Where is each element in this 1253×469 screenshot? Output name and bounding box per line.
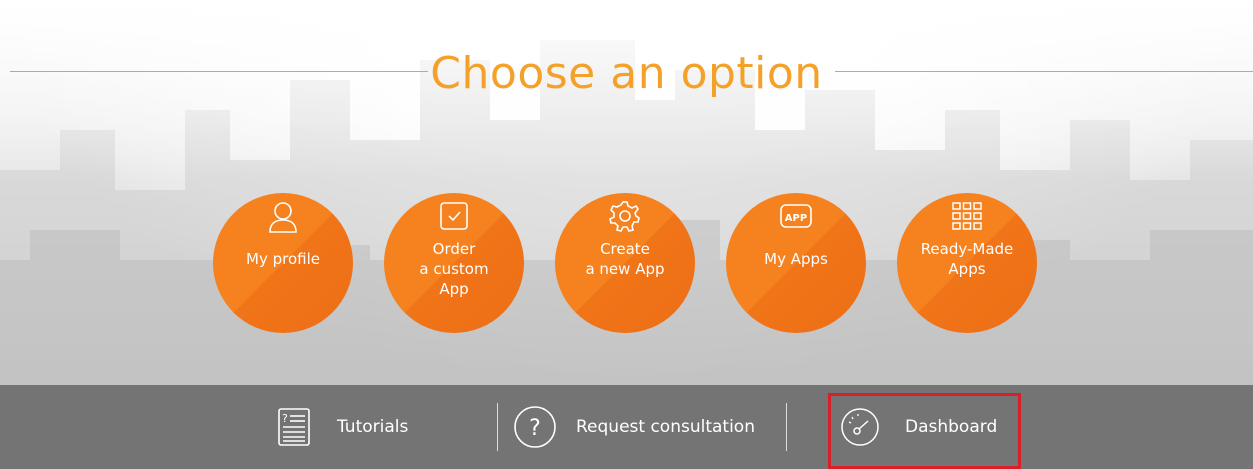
svg-text:?: ?: [282, 412, 288, 425]
svg-text:APP: APP: [785, 213, 807, 224]
footer-bar: ? Tutorials ? Request consultation Dashb…: [0, 385, 1253, 469]
options-row: My profile Order a custom App Create a n…: [0, 193, 1253, 333]
highlight-box: [828, 393, 1021, 469]
request-consultation-label: Request consultation: [576, 417, 755, 437]
option-label: Ready-Made Apps: [920, 240, 1014, 278]
question-icon: ?: [513, 405, 557, 449]
ready-made-apps-button[interactable]: Ready-Made Apps: [897, 193, 1037, 333]
hero-background: Choose an option My profile Order a cust…: [0, 0, 1253, 385]
app-icon: APP: [777, 197, 815, 235]
title-row: Choose an option: [0, 38, 1253, 108]
option-label: My Apps: [764, 250, 828, 268]
footer-divider: [497, 403, 498, 451]
create-new-app-button[interactable]: Create a new App: [555, 193, 695, 333]
gear-icon: [606, 197, 644, 235]
order-custom-app-button[interactable]: Order a custom App: [384, 193, 524, 333]
checkbox-icon: [435, 197, 473, 235]
document-icon: ?: [277, 407, 311, 447]
my-profile-button[interactable]: My profile: [213, 193, 353, 333]
tutorials-label: Tutorials: [337, 417, 409, 437]
svg-text:?: ?: [529, 416, 541, 441]
tutorials-link[interactable]: ? Tutorials: [277, 385, 408, 469]
page-title: Choose an option: [430, 47, 823, 99]
my-apps-button[interactable]: APP My Apps: [726, 193, 866, 333]
title-divider-left: [10, 71, 428, 72]
option-label: Order a custom App: [419, 240, 489, 298]
title-divider-right: [835, 71, 1253, 72]
option-label: My profile: [246, 250, 320, 268]
user-icon: [264, 197, 302, 235]
grid-icon: [948, 197, 986, 235]
footer-divider: [786, 403, 787, 451]
request-consultation-link[interactable]: ? Request consultation: [513, 385, 755, 469]
option-label: Create a new App: [585, 240, 665, 278]
